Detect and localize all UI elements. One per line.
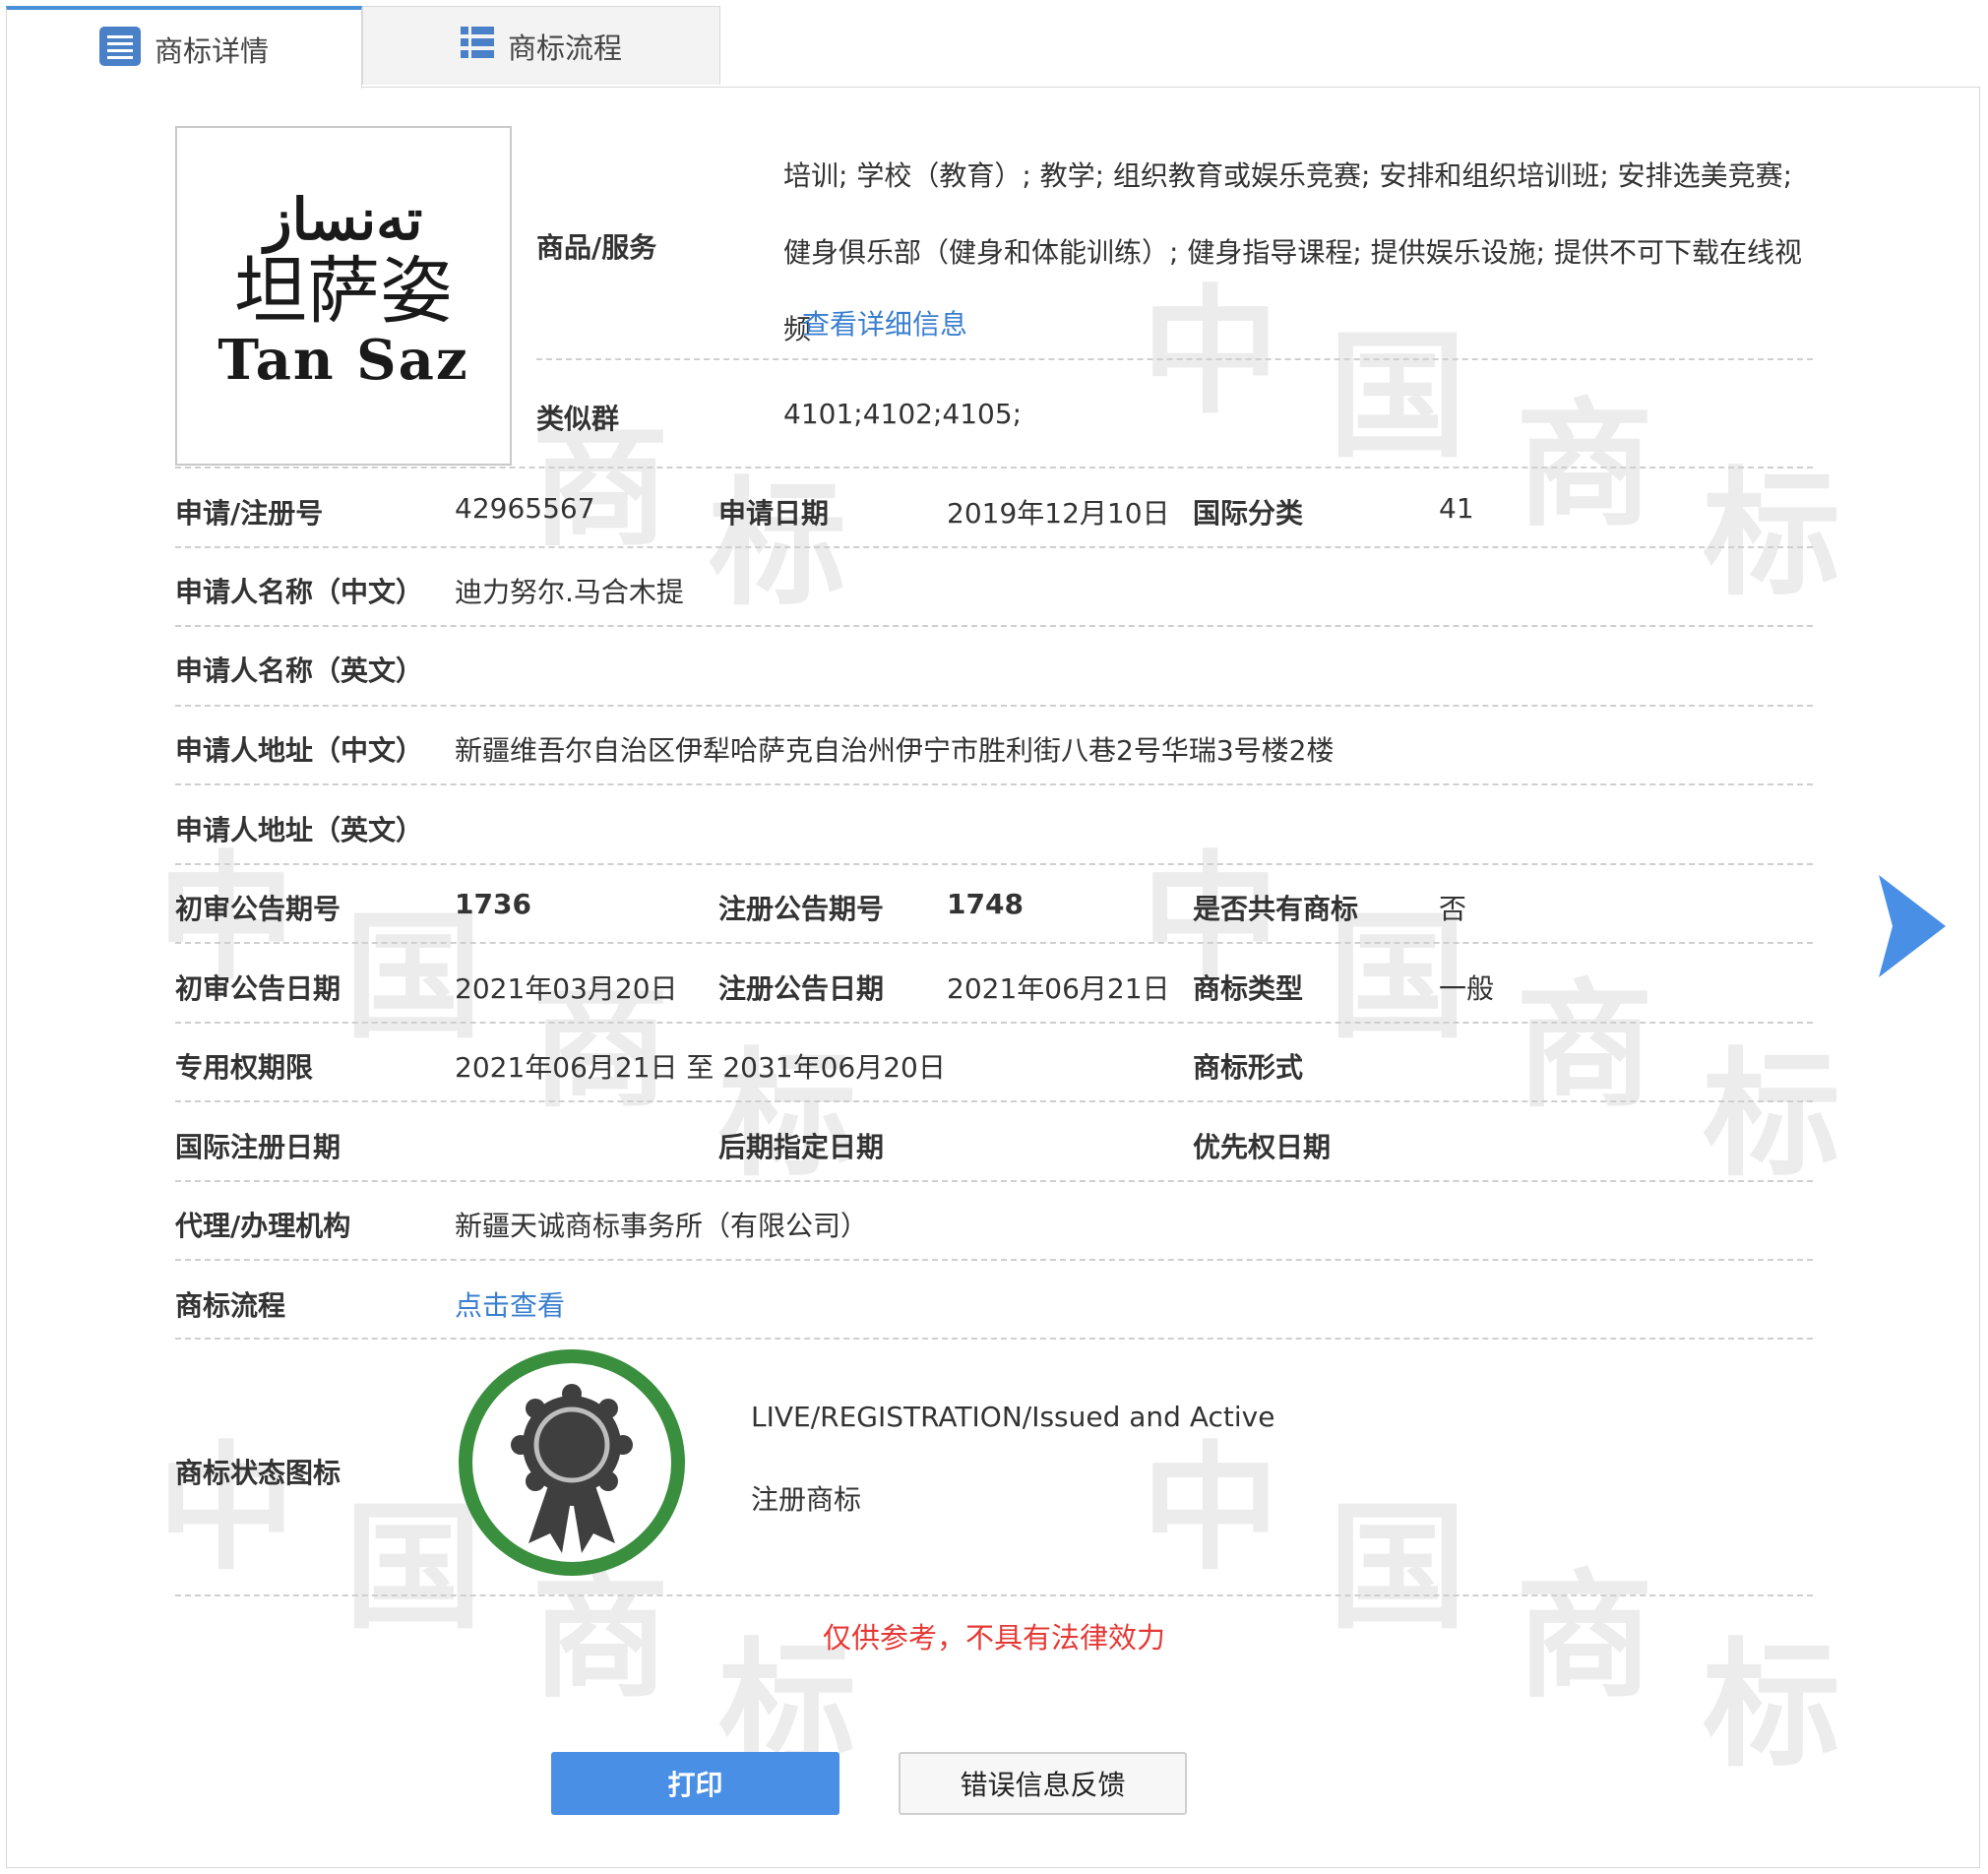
divider	[536, 358, 1813, 360]
shared-mark-label: 是否共有商标	[1193, 893, 1359, 925]
trademark-flow-label: 商标流程	[175, 1289, 286, 1322]
divider	[175, 863, 1813, 865]
prelim-date-label: 初审公告日期	[175, 972, 342, 1005]
mark-type-label: 商标类型	[1193, 972, 1304, 1005]
trademark-image: تەنساز 坦萨姿 Tan Saz	[175, 126, 512, 466]
exclusive-period-value: 2021年06月21日 至 2031年06月20日	[455, 1051, 946, 1084]
divider	[175, 942, 1813, 944]
prelim-issue-label: 初审公告期号	[175, 893, 342, 925]
prelim-issue-value: 1736	[455, 888, 531, 920]
status-line-chinese: 注册商标	[751, 1483, 862, 1516]
apply-date-value: 2019年12月10日	[947, 497, 1170, 530]
applicant-en-label: 申请人名称（英文）	[175, 655, 424, 687]
address-cn-label: 申请人地址（中文）	[175, 734, 424, 767]
tab-bar: 商标详情 商标流程	[6, 6, 1984, 89]
trademark-english-text: Tan Saz	[217, 327, 469, 393]
agent-value: 新疆天诚商标事务所（有限公司）	[455, 1210, 869, 1242]
divider	[175, 546, 1813, 548]
divider	[175, 625, 1813, 627]
similar-group-label: 类似群	[536, 403, 620, 435]
next-arrow-icon[interactable]	[1879, 875, 1946, 977]
divider	[175, 783, 1813, 785]
reg-no-label: 申请/注册号	[175, 497, 324, 530]
applicant-cn-value: 迪力努尔.马合木提	[455, 576, 684, 608]
divider	[175, 1180, 1813, 1182]
divider	[175, 1338, 1813, 1340]
view-detail-link[interactable]: 查看详细信息	[802, 303, 967, 343]
prelim-date-value: 2021年03月20日	[455, 972, 678, 1005]
apply-date-label: 申请日期	[718, 497, 830, 530]
goods-services-label: 商品/服务	[536, 231, 657, 264]
exclusive-period-label: 专用权期限	[175, 1051, 314, 1084]
legal-disclaimer: 仅供参考，不具有法律效力	[822, 1621, 1165, 1655]
registered-award-icon	[456, 1346, 688, 1579]
error-feedback-button[interactable]: 错误信息反馈	[899, 1752, 1187, 1815]
trademark-chinese-text: 坦萨姿	[234, 248, 453, 334]
list-document-icon	[98, 26, 141, 73]
mark-form-label: 商标形式	[1193, 1051, 1304, 1084]
later-date-label: 后期指定日期	[718, 1131, 885, 1163]
agent-label: 代理/办理机构	[175, 1210, 351, 1242]
print-button[interactable]: 打印	[551, 1752, 839, 1815]
divider	[175, 1259, 1813, 1261]
divider	[175, 467, 1813, 468]
grid-list-icon	[460, 27, 494, 65]
status-icon-label: 商标状态图标	[175, 1457, 342, 1489]
click-view-link[interactable]: 点击查看	[455, 1284, 565, 1324]
divider	[175, 1594, 1813, 1596]
reg-no-value: 42965567	[455, 492, 595, 525]
address-en-label: 申请人地址（英文）	[175, 814, 424, 846]
intl-class-label: 国际分类	[1193, 497, 1304, 530]
mark-type-value: 一般	[1439, 972, 1495, 1005]
reg-issue-label: 注册公告期号	[718, 893, 885, 925]
reg-issue-value: 1748	[947, 888, 1024, 920]
intl-reg-date-label: 国际注册日期	[175, 1131, 342, 1163]
trademark-uyghur-text: تەنساز	[264, 185, 423, 253]
shared-mark-value: 否	[1439, 893, 1467, 925]
divider	[175, 1100, 1813, 1102]
tab-trademark-flow-label: 商标流程	[507, 31, 622, 65]
reg-date-value: 2021年06月21日	[947, 972, 1170, 1005]
applicant-cn-label: 申请人名称（中文）	[175, 576, 424, 608]
address-cn-value: 新疆维吾尔自治区伊犁哈萨克自治州伊宁市胜利街八巷2号华瑞3号楼2楼	[455, 734, 1335, 767]
intl-class-value: 41	[1439, 492, 1474, 525]
priority-date-label: 优先权日期	[1193, 1131, 1332, 1163]
reg-date-label: 注册公告日期	[718, 972, 885, 1005]
divider	[175, 1022, 1813, 1024]
tab-trademark-flow[interactable]: 商标流程	[362, 6, 720, 85]
tab-trademark-detail[interactable]: 商标详情	[6, 6, 362, 89]
status-line-english: LIVE/REGISTRATION/Issued and Active	[751, 1401, 1275, 1433]
divider	[175, 705, 1813, 707]
similar-group-value: 4101;4102;4105;	[783, 398, 1023, 430]
tab-trademark-detail-label: 商标详情	[154, 34, 269, 68]
